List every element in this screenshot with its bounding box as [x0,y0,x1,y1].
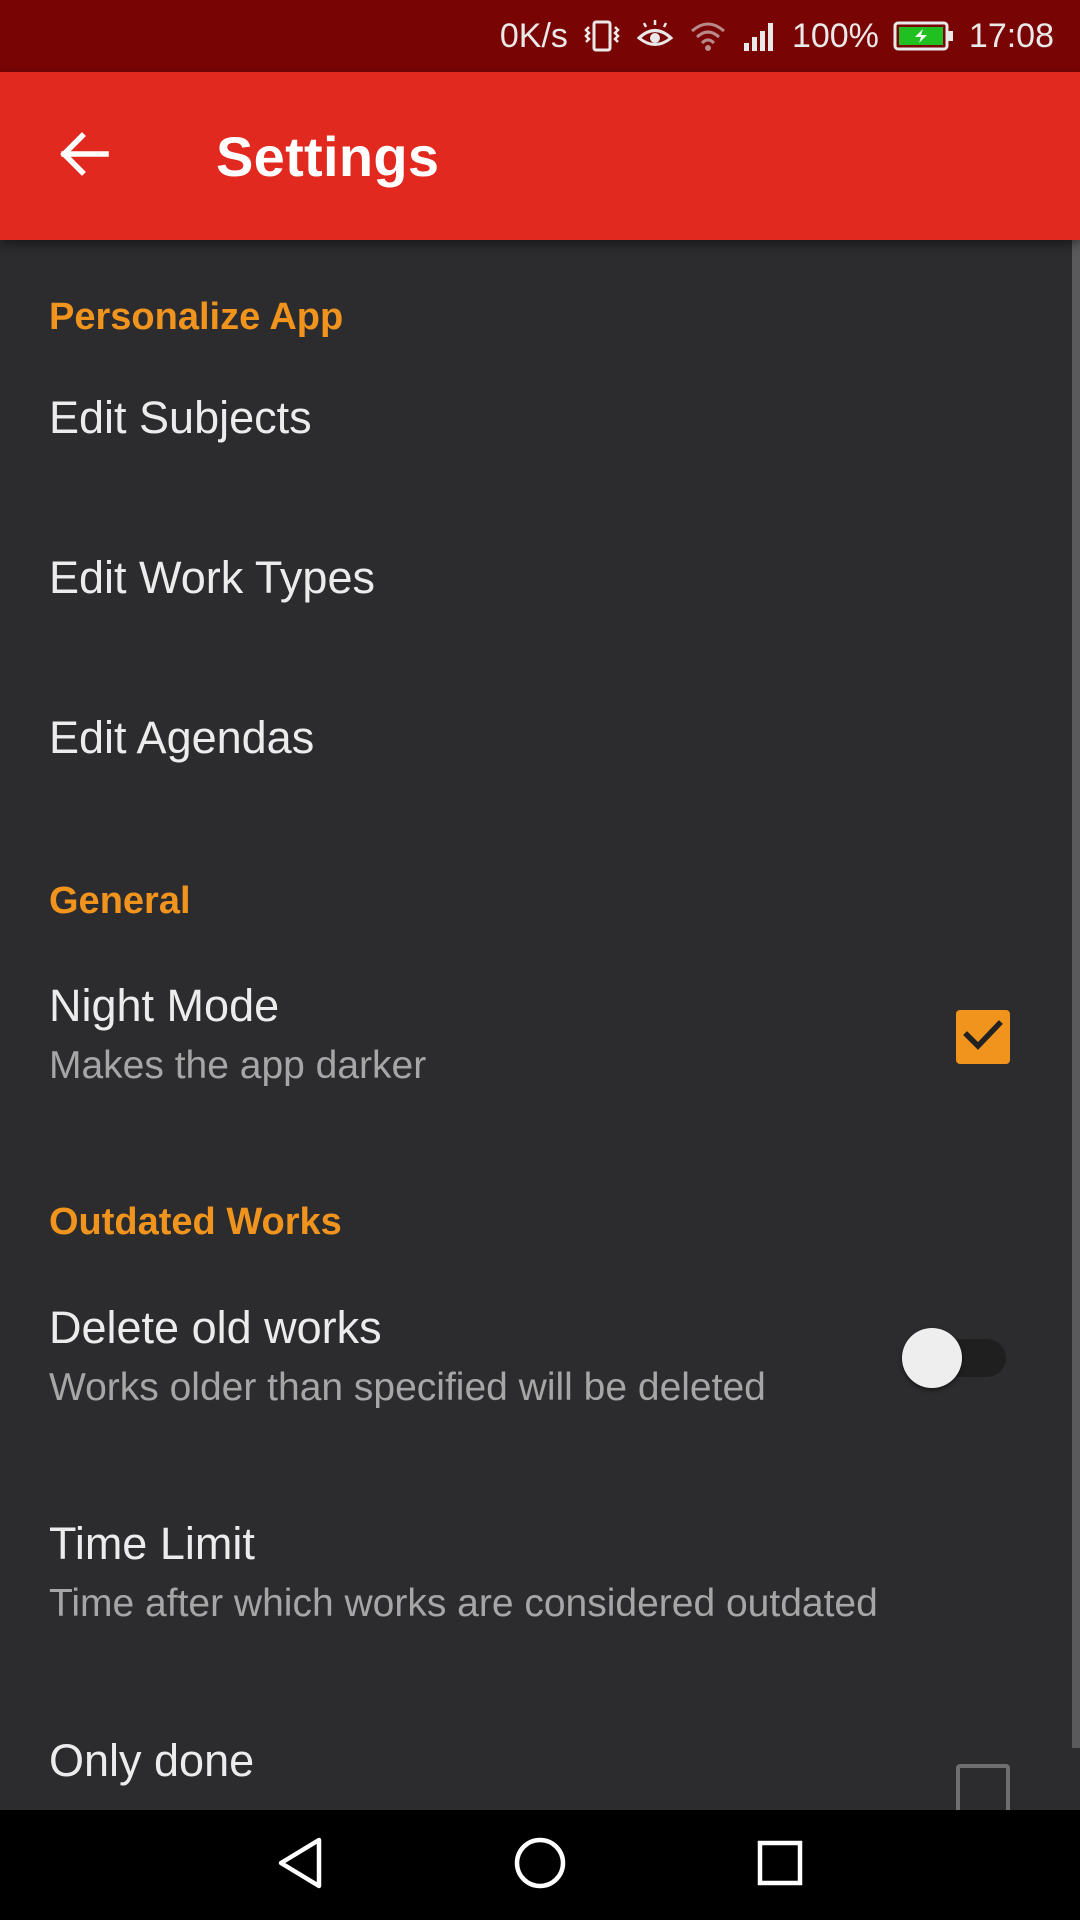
back-button[interactable] [0,72,168,240]
pref-summary: Time after which works are considered ou… [49,1582,878,1625]
pref-edit-work-types[interactable]: Edit Work Types [0,510,1070,670]
only-done-checkbox[interactable] [956,1764,1010,1810]
pref-summary: Makes the app darker [49,1044,427,1087]
net-speed: 0K/s [499,16,568,55]
pref-night-mode[interactable]: Night Mode Makes the app darker [0,940,1070,1140]
nav-recents-button[interactable] [725,1810,835,1920]
pref-title: Delete old works [49,1302,382,1353]
nav-back-button[interactable] [245,1810,355,1920]
battery-percent: 100% [791,16,879,55]
pref-only-done[interactable]: Only done [0,1695,1070,1810]
settings-screen: 0K/s 100% 17:08 Settings Personalize App… [0,0,1080,1920]
pref-title: Time Limit [49,1518,255,1569]
nav-home-button[interactable] [485,1810,595,1920]
pref-title: Night Mode [49,980,280,1031]
eye-comfort-icon [636,19,674,53]
pref-edit-agendas[interactable]: Edit Agendas [0,670,1070,830]
settings-list[interactable]: Personalize App Edit Subjects Edit Work … [0,240,1080,1810]
vibrate-icon [582,19,622,53]
pref-summary: Works older than specified will be delet… [49,1366,766,1409]
pref-title: Edit Subjects [49,392,312,443]
battery-charging-icon [893,20,955,52]
pref-title: Edit Work Types [49,552,375,603]
nav-back-icon [275,1836,325,1895]
delete-old-works-switch[interactable] [902,1328,1006,1388]
section-header-general: General [49,880,191,922]
check-icon [962,1017,1004,1058]
section-header-outdated: Outdated Works [49,1201,342,1243]
status-bar: 0K/s 100% 17:08 [0,0,1080,72]
navigation-bar [0,1810,1080,1920]
pref-delete-old-works[interactable]: Delete old works Works older than specif… [0,1260,1070,1460]
page-title: Settings [216,124,440,188]
section-header-personalize: Personalize App [49,296,344,338]
nav-recents-icon [756,1839,804,1892]
nav-home-icon [513,1836,567,1895]
pref-title: Only done [49,1735,255,1786]
wifi-icon [688,19,728,53]
arrow-back-icon [58,131,110,182]
switch-thumb [902,1328,962,1388]
app-bar: Settings [0,72,1080,240]
night-mode-checkbox[interactable] [956,1010,1010,1064]
cell-signal-icon [742,19,778,53]
pref-edit-subjects[interactable]: Edit Subjects [0,350,1070,510]
scrollbar[interactable] [1072,240,1080,1748]
clock: 17:08 [968,16,1054,55]
pref-time-limit[interactable]: Time Limit Time after which works are co… [0,1478,1070,1678]
pref-title: Edit Agendas [49,712,315,763]
